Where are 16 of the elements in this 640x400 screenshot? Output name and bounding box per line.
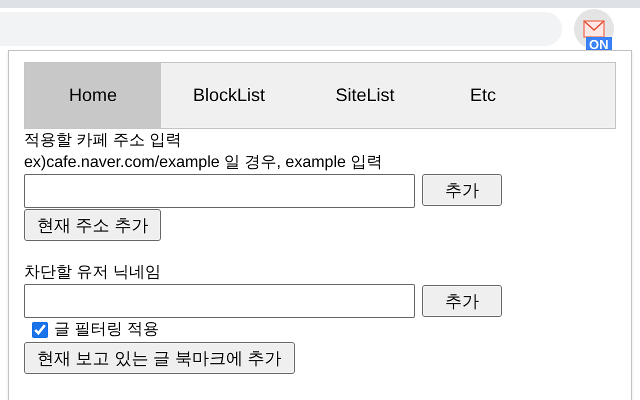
envelope-icon (583, 20, 605, 38)
add-button[interactable]: 추가 (422, 285, 502, 317)
checkbox[interactable] (32, 322, 48, 338)
bookmark-button[interactable]: 현재 보고 있는 글 북마크에 추가 (24, 342, 295, 374)
hint-text: ex)cafe.naver.com/example 일 경우, example 입력 (24, 153, 384, 173)
field-label: 차단할 유저 닉네임 (24, 263, 162, 283)
tab[interactable]: Etc (433, 63, 533, 128)
tab[interactable]: Home (25, 63, 161, 128)
input-field[interactable] (24, 284, 415, 318)
add-current-address-button[interactable]: 현재 주소 추가 (24, 209, 162, 241)
input-field[interactable] (24, 174, 415, 208)
tab[interactable]: SiteList (297, 63, 433, 128)
tab[interactable]: BlockList (161, 63, 297, 128)
add-button[interactable]: 추가 (422, 174, 502, 206)
checkbox-label: 글 필터링 적용 (54, 320, 159, 340)
field-label: 적용할 카페 주소 입력 (24, 131, 182, 151)
